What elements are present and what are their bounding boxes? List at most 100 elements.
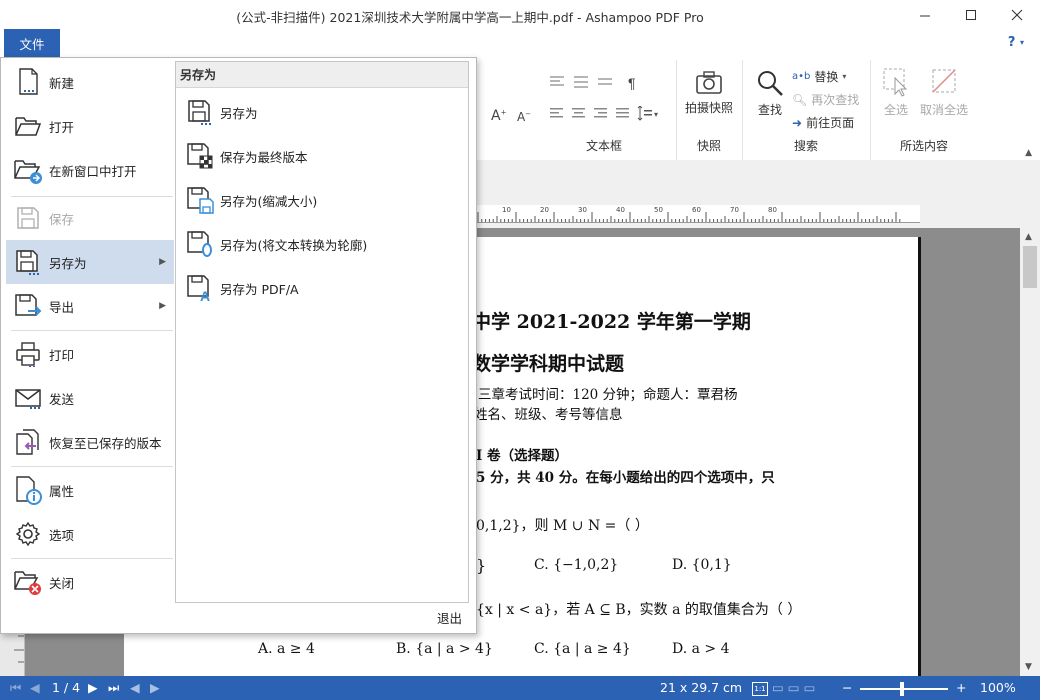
submenu-item-save-outline[interactable]: 另存为(将文本转换为轮廓) xyxy=(182,224,462,264)
save-final-flag-icon xyxy=(186,142,214,170)
ruler-number: 80 xyxy=(768,206,777,214)
find-button[interactable]: 查找 xyxy=(748,68,792,118)
zoom-slider-thumb[interactable] xyxy=(900,682,904,696)
menu-item-label: 发送 xyxy=(49,391,75,407)
doc-q1-option-c: C. {−1,0,2} xyxy=(534,557,619,573)
snapshot-group-label: 快照 xyxy=(696,139,721,153)
minimize-button[interactable] xyxy=(902,0,948,30)
help-icon[interactable]: ? xyxy=(1008,35,1016,50)
submenu-item-save-pdfa[interactable]: A 另存为 PDF/A xyxy=(182,268,462,308)
find-again-button[interactable]: 🔍︎ 再次查找 xyxy=(792,91,859,108)
zoom-out-icon[interactable]: − xyxy=(842,680,852,695)
back-icon[interactable]: ◀ xyxy=(130,680,140,695)
scroll-up-icon[interactable]: ▲ xyxy=(1025,232,1032,242)
scrollbar-thumb[interactable] xyxy=(1023,246,1037,288)
chevron-right-icon: ▶ xyxy=(159,301,166,311)
submenu-item-label: 另存为(将文本转换为轮廓) xyxy=(220,237,368,253)
horizontal-ruler: 10 20 30 40 50 60 70 80 xyxy=(476,205,920,223)
find-label: 查找 xyxy=(757,103,782,117)
close-window-button[interactable] xyxy=(994,0,1040,30)
chevron-right-icon: ▶ xyxy=(159,257,166,267)
menu-item-save-as[interactable]: 另存为 ▶ xyxy=(6,240,174,284)
exit-button[interactable]: 退出 xyxy=(437,608,462,627)
deselect-all-icon xyxy=(932,69,956,93)
menu-item-label: 选项 xyxy=(49,527,75,543)
take-snapshot-label: 拍摄快照 xyxy=(684,101,733,115)
take-snapshot-button[interactable]: 拍摄快照 xyxy=(676,70,742,116)
open-folder-icon xyxy=(13,111,43,141)
next-page-icon[interactable]: ▶ xyxy=(88,680,98,695)
envelope-icon xyxy=(13,383,43,413)
first-page-icon[interactable]: ⏮ xyxy=(10,680,21,696)
title-bar: (公式-非扫描件) 2021深圳技术大学附属中学高一上期中.pdf - Asha… xyxy=(0,0,1040,30)
ruler-number: 10 xyxy=(502,206,511,214)
save-reduced-size-icon xyxy=(186,186,214,214)
menu-item-label: 在新窗口中打开 xyxy=(49,163,137,179)
grow-font-button[interactable]: A+ xyxy=(491,108,506,124)
ribbon: ¶ ▾ 文本框 A+ A− 拍摄快照 快照 查找 a•b 替换 ▾ 🔍︎ 再次查… xyxy=(476,60,1040,161)
save-as-submenu: 另存为 另存为 保存为最终版本 另存为(缩减大小) 另存为(将文本转换为轮廓) xyxy=(175,61,469,603)
menu-item-properties[interactable]: 属性 xyxy=(6,468,174,512)
maximize-button[interactable] xyxy=(948,0,994,30)
open-new-window-icon xyxy=(13,155,43,185)
gear-icon xyxy=(13,519,43,549)
collapse-ribbon-icon[interactable]: ▲ xyxy=(1025,148,1032,158)
menu-item-options[interactable]: 选项 xyxy=(6,512,174,556)
save-pdfa-icon: A xyxy=(186,274,214,302)
close-document-icon xyxy=(13,567,43,597)
snapshot-group: 拍摄快照 快照 xyxy=(676,60,743,160)
submenu-item-label: 另存为 PDF/A xyxy=(220,281,299,297)
menu-item-send[interactable]: 发送 xyxy=(6,376,174,420)
zoom-slider[interactable] xyxy=(860,682,948,696)
menu-item-label: 保存 xyxy=(49,211,75,227)
window-title: (公式-非扫描件) 2021深圳技术大学附属中学高一上期中.pdf - Asha… xyxy=(236,10,704,25)
line-spacing-icons[interactable]: ¶ xyxy=(550,74,670,90)
menu-item-label: 恢复至已保存的版本 xyxy=(49,435,162,451)
menu-item-open[interactable]: 打开 xyxy=(6,104,174,148)
printer-icon xyxy=(13,339,43,369)
previous-page-icon[interactable]: ◀ xyxy=(30,680,40,695)
menu-item-export[interactable]: 导出 ▶ xyxy=(6,284,174,328)
forward-icon[interactable]: ▶ xyxy=(150,680,160,695)
select-group: 全选 取消全选 所选内容 xyxy=(870,60,978,160)
menu-item-label: 导出 xyxy=(49,299,75,315)
help-button[interactable]: ? ▾ xyxy=(1008,35,1024,50)
doc-q2-option-a: A. a ≥ 4 xyxy=(258,641,315,657)
menu-item-open-new-window[interactable]: 在新窗口中打开 xyxy=(6,148,174,192)
svg-text:▾: ▾ xyxy=(654,110,658,119)
ruler-number: 50 xyxy=(654,206,663,214)
vertical-scrollbar[interactable]: ▲ ▼ xyxy=(1020,228,1040,676)
find-again-icon: 🔍︎ xyxy=(792,92,808,107)
doc-section-title: I 卷（选择题） xyxy=(476,448,569,464)
menu-item-save[interactable]: 保存 xyxy=(6,196,174,240)
ribbon-tab-row xyxy=(0,30,1040,60)
shrink-font-button[interactable]: A− xyxy=(517,110,531,124)
goto-page-button[interactable]: ➜ 前往页面 xyxy=(792,114,854,131)
select-all-button[interactable]: 全选 xyxy=(876,66,916,118)
menu-item-print[interactable]: 打印 xyxy=(6,332,174,376)
text-alignment-icons[interactable]: ▾ xyxy=(550,106,660,122)
properties-info-icon xyxy=(13,475,43,505)
page-indicator[interactable]: 1 / 4 xyxy=(52,680,80,695)
close-icon xyxy=(1011,9,1023,21)
zoom-level[interactable]: 100% xyxy=(980,680,1016,695)
last-page-icon[interactable]: ⏭ xyxy=(108,680,119,696)
submenu-item-save-final[interactable]: 保存为最终版本 xyxy=(182,136,462,176)
deselect-all-button[interactable]: 取消全选 xyxy=(914,66,974,118)
submenu-item-save-reduced[interactable]: 另存为(缩减大小) xyxy=(182,180,462,220)
maximize-icon xyxy=(966,10,976,20)
layout-icons[interactable]: ▭ ▭ ▭ xyxy=(772,680,815,695)
replace-button[interactable]: a•b 替换 ▾ xyxy=(792,68,846,85)
view-mode-icon[interactable]: 1:1 xyxy=(752,682,768,696)
menu-item-close[interactable]: 关闭 xyxy=(6,560,174,604)
menu-item-new[interactable]: 新建 xyxy=(6,60,174,104)
doc-q1-option-b: } xyxy=(476,556,487,575)
scroll-down-icon[interactable]: ▼ xyxy=(1025,662,1032,672)
select-all-icon xyxy=(883,68,908,97)
zoom-in-icon[interactable]: + xyxy=(956,680,966,695)
menu-separator xyxy=(11,466,173,467)
file-tab[interactable]: 文件 xyxy=(4,29,60,57)
svg-text:¶: ¶ xyxy=(628,75,636,90)
menu-item-revert[interactable]: 恢复至已保存的版本 xyxy=(6,420,174,464)
submenu-item-save-as[interactable]: 另存为 xyxy=(182,92,462,132)
